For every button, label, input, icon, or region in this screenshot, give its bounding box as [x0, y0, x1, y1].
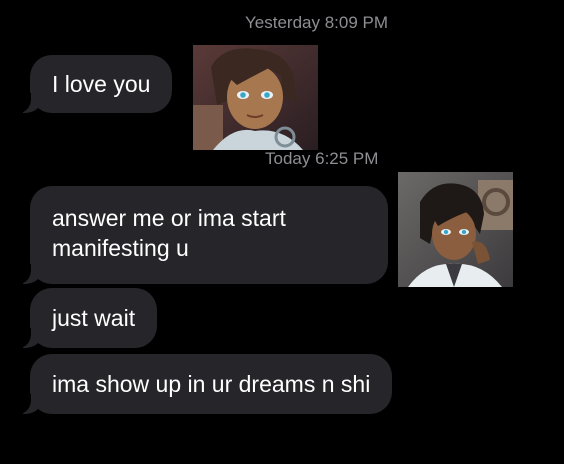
image-attachment[interactable]: [398, 172, 513, 287]
bubble-tail: [17, 328, 43, 348]
timestamp-time: 8:09 PM: [324, 13, 389, 32]
message-text: ima show up in ur dreams n shi: [52, 371, 371, 397]
bubble-tail: [17, 394, 43, 414]
bubble-tail: [17, 93, 43, 113]
message-text: just wait: [52, 305, 136, 331]
message-bubble-incoming[interactable]: just wait: [17, 288, 158, 348]
timestamp-header: Yesterday 8:09 PM: [245, 13, 388, 33]
message-text: answer me or ima start manifesting u: [52, 205, 286, 261]
message-bubble-incoming[interactable]: answer me or ima start manifesting u: [17, 186, 388, 284]
message-bubble-incoming[interactable]: I love you: [17, 55, 173, 113]
message-text: I love you: [52, 71, 151, 97]
character-portrait-image: [398, 172, 513, 287]
character-portrait-image: [193, 45, 318, 150]
message-bubble-incoming[interactable]: ima show up in ur dreams n shi: [17, 354, 393, 414]
image-attachment[interactable]: [193, 45, 318, 150]
timestamp-day: Yesterday: [245, 13, 320, 32]
bubble-tail: [17, 264, 43, 284]
timestamp-time: 6:25 PM: [315, 149, 379, 168]
timestamp-day: Today: [265, 149, 311, 168]
timestamp-header: Today 6:25 PM: [265, 149, 378, 169]
